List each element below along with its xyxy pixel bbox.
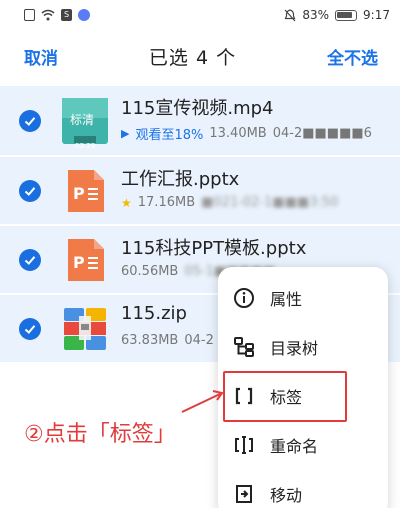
file-size: 13.40MB <box>209 126 267 141</box>
play-icon: ▶ <box>121 127 130 140</box>
deselect-all-button[interactable]: 全不选 <box>327 44 378 69</box>
battery-percent: 83% <box>302 8 330 22</box>
file-name: 115科技PPT模板.pptx <box>121 238 307 259</box>
wifi-icon <box>41 9 55 21</box>
rename-icon <box>232 433 256 457</box>
app-blue-icon <box>78 9 90 21</box>
checkbox-checked-icon[interactable] <box>19 109 41 132</box>
tag-highlight-box <box>223 371 347 422</box>
menu-item-label: 移动 <box>270 486 303 505</box>
file-size: 63.83MB <box>121 333 179 348</box>
selection-title: 已选 4 个 <box>148 46 237 69</box>
menu-item-properties[interactable]: 属性 <box>218 274 388 322</box>
video-quality-label: 标清 <box>70 113 95 127</box>
file-size: 60.56MB <box>121 264 179 279</box>
svg-text:P: P <box>73 253 85 272</box>
menu-item-directory-tree[interactable]: 目录树 <box>218 323 388 371</box>
arrow-icon <box>181 390 224 413</box>
file-row-ppt[interactable]: P 工作汇报.pptx ★ 17.16MB ■021-02-1■■■3:50 <box>0 155 400 224</box>
file-meta: ★ 17.16MB ■021-02-1■■■3:50 <box>121 195 338 210</box>
app-s-icon: S <box>61 9 72 21</box>
annotation-text: ②点击「标签」 <box>24 422 176 447</box>
file-meta: 63.83MB 04-2 <box>121 333 214 348</box>
checkbox-checked-icon[interactable] <box>19 317 41 340</box>
svg-text:P: P <box>73 184 85 203</box>
checkbox-checked-icon[interactable] <box>19 248 41 271</box>
menu-item-label: 目录树 <box>270 339 319 358</box>
zip-archive-icon <box>64 307 106 350</box>
battery-icon <box>335 9 358 21</box>
notification-icon <box>24 9 35 21</box>
cancel-button[interactable]: 取消 <box>24 44 58 69</box>
file-name: 115.zip <box>121 303 187 324</box>
selection-header: 取消 已选 4 个 全不选 <box>0 30 400 82</box>
clock: 9:17 <box>363 8 390 22</box>
info-icon <box>232 286 256 310</box>
file-size: 17.16MB <box>137 195 196 210</box>
menu-item-move[interactable]: 移动 <box>218 470 388 508</box>
file-date: ■021-02-1■■■3:50 <box>201 195 339 210</box>
star-icon: ★ <box>121 195 132 210</box>
file-name: 115宣传视频.mp4 <box>121 98 274 119</box>
file-name: 工作汇报.pptx <box>121 169 240 190</box>
ppt-file-icon: P <box>68 169 104 212</box>
mute-bell-icon <box>284 8 296 21</box>
watch-progress: 观看至18% <box>135 128 204 143</box>
menu-item-label: 重命名 <box>270 437 319 456</box>
move-icon <box>232 482 256 506</box>
status-bar: S 83% 9:17 <box>0 0 400 30</box>
ppt-file-icon: P <box>68 238 104 281</box>
file-date: 04-2 <box>184 333 214 348</box>
file-meta: ▶ 观看至18% 13.40MB 04-2■■■■■6 <box>121 124 372 143</box>
menu-item-rename[interactable]: 重命名 <box>218 421 388 469</box>
menu-item-label: 属性 <box>270 290 303 309</box>
tree-icon <box>232 335 256 359</box>
video-duration: 03:29 <box>75 142 96 150</box>
file-date: 04-2■■■■■6 <box>272 126 372 141</box>
file-row-video[interactable]: 标清 03:29 115宣传视频.mp4 ▶ 观看至18% 13.40MB 04… <box>0 86 400 155</box>
checkbox-checked-icon[interactable] <box>19 179 41 202</box>
